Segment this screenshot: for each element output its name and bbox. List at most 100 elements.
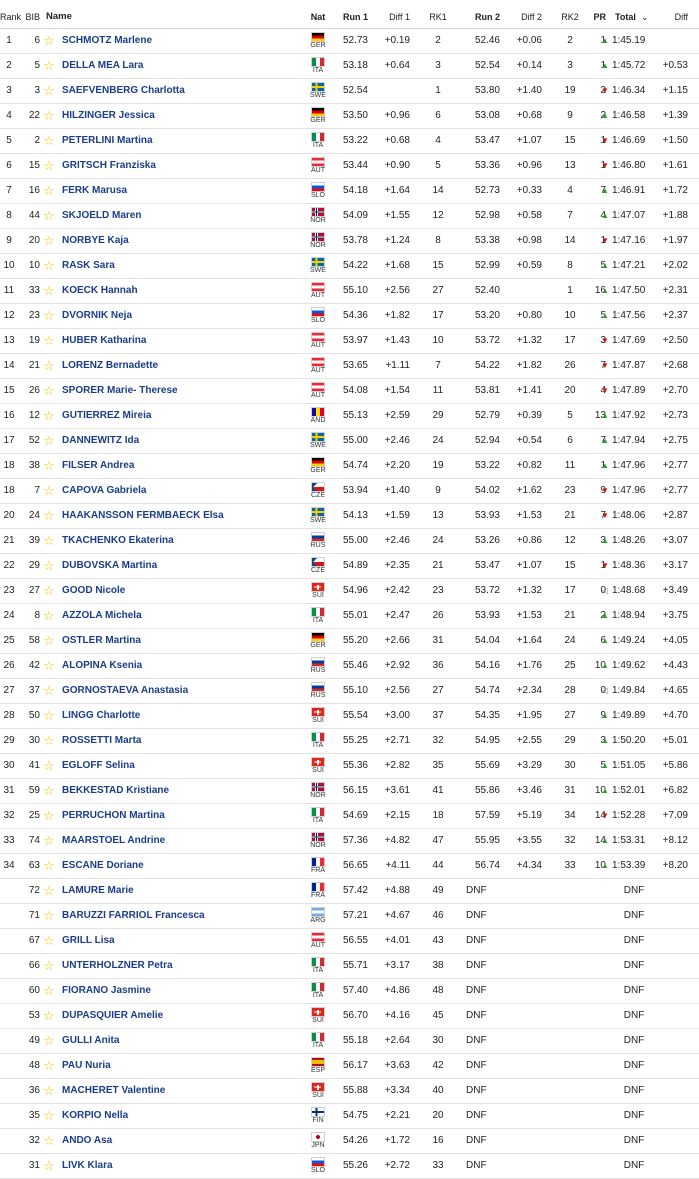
table-row-dnf[interactable]: 72 ☆ LAMURE Marie FRA 57.42 +4.88 49 DNF DNF [0, 879, 699, 904]
star-outline-icon[interactable]: ☆ [42, 279, 56, 303]
star-outline-icon[interactable]: ☆ [42, 654, 56, 678]
athlete-name[interactable]: ROSSETTI Marta [62, 729, 141, 753]
athlete-name[interactable]: DANNEWITZ Ida [62, 429, 139, 453]
star-outline-icon[interactable]: ☆ [42, 479, 56, 503]
athlete-name[interactable]: CAPOVA Gabriela [62, 479, 146, 503]
table-row[interactable]: 30 41 ☆ EGLOFF Selina SUI 55.36 +2.82 35 55.69 +3… [0, 754, 699, 779]
athlete-name[interactable]: KOECK Hannah [62, 279, 138, 303]
athlete-name[interactable]: ALOPINA Ksenia [62, 654, 142, 678]
star-outline-icon[interactable]: ☆ [42, 354, 56, 378]
star-outline-icon[interactable]: ☆ [42, 429, 56, 453]
star-outline-icon[interactable]: ☆ [42, 554, 56, 578]
table-row[interactable]: 32 25 ☆ PERRUCHON Martina ITA 54.69 +2.15 18 57.… [0, 804, 699, 829]
table-row[interactable]: 4 22 ☆ HILZINGER Jessica GER 53.50 +0.96 6 53.08… [0, 104, 699, 129]
star-outline-icon[interactable]: ☆ [42, 504, 56, 528]
athlete-name[interactable]: GUTIERREZ Mireia [62, 404, 151, 428]
star-outline-icon[interactable]: ☆ [42, 79, 56, 103]
star-outline-icon[interactable]: ☆ [42, 329, 56, 353]
table-row[interactable]: 1 6 ☆ SCHMOTZ Marlene GER 52.73 +0.19 2 52.46 +0.… [0, 29, 699, 54]
table-row-dnf[interactable]: 71 ☆ BARUZZI FARRIOL Francesca ARG 57.21 +4.6… [0, 904, 699, 929]
athlete-name[interactable]: FERK Marusa [62, 179, 127, 203]
athlete-name[interactable]: MAARSTOEL Andrine [62, 829, 165, 853]
star-outline-icon[interactable]: ☆ [42, 204, 56, 228]
athlete-name[interactable]: DVORNIK Neja [62, 304, 132, 328]
table-row-dnf[interactable]: 36 ☆ MACHERET Valentine SUI 55.88 +3.34 40 DNF D… [0, 1079, 699, 1104]
athlete-name[interactable]: RASK Sara [62, 254, 115, 278]
athlete-name[interactable]: TKACHENKO Ekaterina [62, 529, 174, 553]
star-outline-icon[interactable]: ☆ [42, 779, 56, 803]
table-row[interactable]: 34 63 ☆ ESCANE Doriane FRA 56.65 +4.11 44 56.74 +… [0, 854, 699, 879]
table-row[interactable]: 12 23 ☆ DVORNIK Neja SLO 54.36 +1.82 17 53.20 +0.… [0, 304, 699, 329]
star-outline-icon[interactable]: ☆ [42, 1079, 56, 1103]
athlete-name[interactable]: NORBYE Kaja [62, 229, 129, 253]
athlete-name[interactable]: UNTERHOLZNER Petra [62, 954, 173, 978]
table-row[interactable]: 5 2 ☆ PETERLINI Martina ITA 53.22 +0.68 4 53.47 +… [0, 129, 699, 154]
table-row[interactable]: 6 15 ☆ GRITSCH Franziska AUT 53.44 +0.90 5 53.36… [0, 154, 699, 179]
table-row-dnf[interactable]: 31 ☆ LIVK Klara SLO 55.26 +2.72 33 DNF DNF [0, 1154, 699, 1179]
athlete-name[interactable]: MACHERET Valentine [62, 1079, 165, 1103]
table-row[interactable]: 20 24 ☆ HAAKANSSON FERMBAECK Elsa SWE 54.13 +1… [0, 504, 699, 529]
star-outline-icon[interactable]: ☆ [42, 804, 56, 828]
star-outline-icon[interactable]: ☆ [42, 954, 56, 978]
athlete-name[interactable]: HUBER Katharina [62, 329, 146, 353]
table-row[interactable]: 22 29 ☆ DUBOVSKA Martina CZE 54.89 +2.35 21 53.4… [0, 554, 699, 579]
star-outline-icon[interactable]: ☆ [42, 454, 56, 478]
star-outline-icon[interactable]: ☆ [42, 129, 56, 153]
athlete-name[interactable]: PERRUCHON Martina [62, 804, 165, 828]
table-row[interactable]: 24 8 ☆ AZZOLA Michela ITA 55.01 +2.47 26 53.93 +1… [0, 604, 699, 629]
star-outline-icon[interactable]: ☆ [42, 154, 56, 178]
athlete-name[interactable]: SPORER Marie- Therese [62, 379, 178, 403]
athlete-name[interactable]: DELLA MEA Lara [62, 54, 144, 78]
star-outline-icon[interactable]: ☆ [42, 579, 56, 603]
table-row[interactable]: 17 52 ☆ DANNEWITZ Ida SWE 55.00 +2.46 24 52.94 +0… [0, 429, 699, 454]
table-row[interactable]: 25 58 ☆ OSTLER Martina GER 55.20 +2.66 31 54.04 +… [0, 629, 699, 654]
star-outline-icon[interactable]: ☆ [42, 704, 56, 728]
table-row[interactable]: 3 3 ☆ SAEFVENBERG Charlotta SWE 52.54 1 53.80 +1… [0, 79, 699, 104]
table-row-dnf[interactable]: 66 ☆ UNTERHOLZNER Petra ITA 55.71 +3.17 38 DNF D… [0, 954, 699, 979]
table-row[interactable]: 27 37 ☆ GORNOSTAEVA Anastasia RUS 55.10 +2.56 2… [0, 679, 699, 704]
table-row-dnf[interactable]: 48 ☆ PAU Nuria ESP 56.17 +3.63 42 DNF DNF [0, 1054, 699, 1079]
table-row[interactable]: 31 59 ☆ BEKKESTAD Kristiane NOR 56.15 +3.61 41 5… [0, 779, 699, 804]
athlete-name[interactable]: GULLI Anita [62, 1029, 119, 1053]
star-outline-icon[interactable]: ☆ [42, 979, 56, 1003]
table-row[interactable]: 18 38 ☆ FILSER Andrea GER 54.74 +2.20 19 53.22 +0… [0, 454, 699, 479]
table-row-dnf[interactable]: 35 ☆ KORPIO Nella FIN 54.75 +2.21 20 DNF DNF [0, 1104, 699, 1129]
table-row[interactable]: 18 7 ☆ CAPOVA Gabriela CZE 53.94 +1.40 9 54.02 +1… [0, 479, 699, 504]
table-row[interactable]: 8 44 ☆ SKJOELD Maren NOR 54.09 +1.55 12 52.98 +0.… [0, 204, 699, 229]
athlete-name[interactable]: LAMURE Marie [62, 879, 134, 903]
athlete-name[interactable]: ESCANE Doriane [62, 854, 144, 878]
star-outline-icon[interactable]: ☆ [42, 29, 56, 53]
athlete-name[interactable]: GORNOSTAEVA Anastasia [62, 679, 188, 703]
star-outline-icon[interactable]: ☆ [42, 679, 56, 703]
athlete-name[interactable]: HILZINGER Jessica [62, 104, 155, 128]
star-outline-icon[interactable]: ☆ [42, 729, 56, 753]
athlete-name[interactable]: GOOD Nicole [62, 579, 125, 603]
star-outline-icon[interactable]: ☆ [42, 904, 56, 928]
athlete-name[interactable]: LIVK Klara [62, 1154, 113, 1178]
table-row[interactable]: 9 20 ☆ NORBYE Kaja NOR 53.78 +1.24 8 53.38 +0.98 1… [0, 229, 699, 254]
star-outline-icon[interactable]: ☆ [42, 854, 56, 878]
athlete-name[interactable]: BEKKESTAD Kristiane [62, 779, 169, 803]
table-row[interactable]: 29 30 ☆ ROSSETTI Marta ITA 55.25 +2.71 32 54.95 +… [0, 729, 699, 754]
star-outline-icon[interactable]: ☆ [42, 304, 56, 328]
athlete-name[interactable]: SAEFVENBERG Charlotta [62, 79, 185, 103]
star-outline-icon[interactable]: ☆ [42, 604, 56, 628]
athlete-name[interactable]: DUBOVSKA Martina [62, 554, 157, 578]
star-outline-icon[interactable]: ☆ [42, 629, 56, 653]
athlete-name[interactable]: AZZOLA Michela [62, 604, 142, 628]
star-outline-icon[interactable]: ☆ [42, 254, 56, 278]
athlete-name[interactable]: GRITSCH Franziska [62, 154, 156, 178]
table-row[interactable]: 7 16 ☆ FERK Marusa SLO 54.18 +1.64 14 52.73 +0.33… [0, 179, 699, 204]
star-outline-icon[interactable]: ☆ [42, 1004, 56, 1028]
star-outline-icon[interactable]: ☆ [42, 1029, 56, 1053]
athlete-name[interactable]: HAAKANSSON FERMBAECK Elsa [62, 504, 224, 528]
athlete-name[interactable]: KORPIO Nella [62, 1104, 128, 1128]
athlete-name[interactable]: LINGG Charlotte [62, 704, 140, 728]
table-row[interactable]: 2 5 ☆ DELLA MEA Lara ITA 53.18 +0.64 3 52.54 +0.1… [0, 54, 699, 79]
table-row[interactable]: 33 74 ☆ MAARSTOEL Andrine NOR 57.36 +4.82 47 55.… [0, 829, 699, 854]
athlete-name[interactable]: PETERLINI Martina [62, 129, 153, 153]
star-outline-icon[interactable]: ☆ [42, 1154, 56, 1178]
star-outline-icon[interactable]: ☆ [42, 829, 56, 853]
athlete-name[interactable]: EGLOFF Selina [62, 754, 135, 778]
athlete-name[interactable]: FIORANO Jasmine [62, 979, 151, 1003]
